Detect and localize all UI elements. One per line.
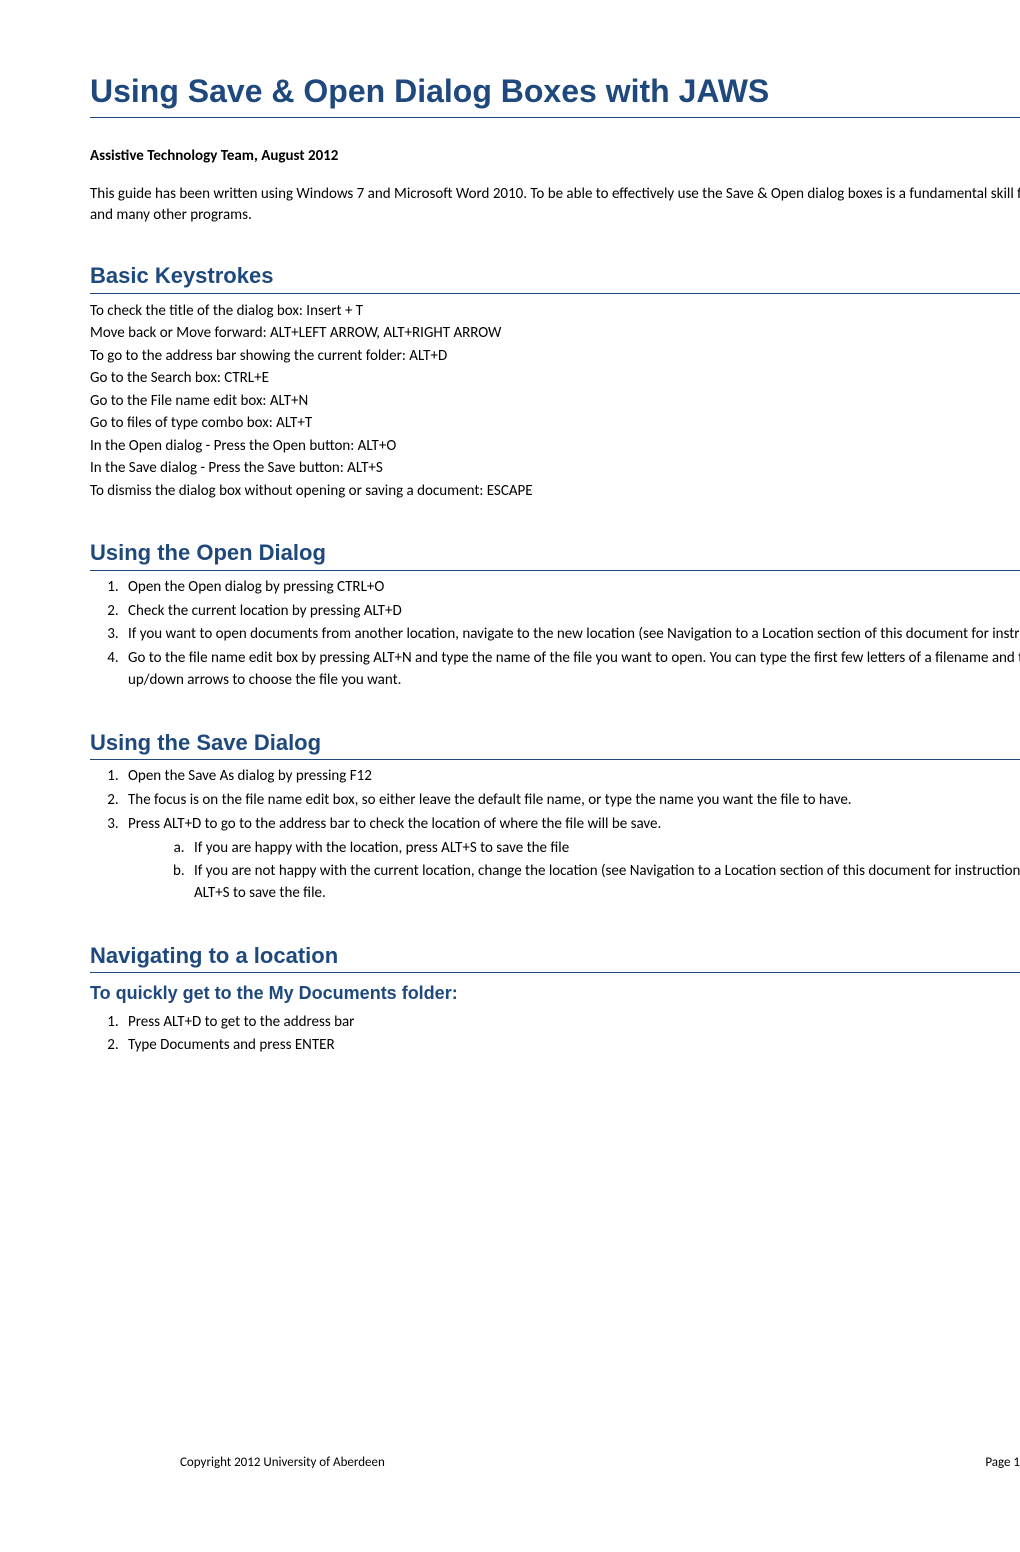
save-dialog-substeps: If you are happy with the location, pres… <box>128 838 1020 905</box>
section-heading-basic: Basic Keystrokes <box>90 261 1020 294</box>
list-item: Open the Save As dialog by pressing F12 <box>122 766 1020 788</box>
open-dialog-steps: Open the Open dialog by pressing CTRL+O … <box>90 577 1020 692</box>
keystroke-line: To go to the address bar showing the cur… <box>90 345 1020 368</box>
keystroke-line: Go to files of type combo box: ALT+T <box>90 412 1020 435</box>
list-item: Open the Open dialog by pressing CTRL+O <box>122 577 1020 599</box>
byline: Assistive Technology Team, August 2012 <box>90 146 1020 166</box>
list-item: The focus is on the file name edit box, … <box>122 790 1020 812</box>
page-title: Using Save & Open Dialog Boxes with JAWS <box>90 70 1020 118</box>
nav-mydocs-steps: Press ALT+D to get to the address bar Ty… <box>90 1012 1020 1058</box>
footer-page: Page 1 <box>985 1454 1020 1472</box>
keystroke-line: Go to the File name edit box: ALT+N <box>90 390 1020 413</box>
save-dialog-steps: Open the Save As dialog by pressing F12 … <box>90 766 1020 905</box>
list-item: If you are happy with the location, pres… <box>188 838 1020 860</box>
keystroke-line: In the Open dialog - Press the Open butt… <box>90 435 1020 458</box>
keystroke-line: In the Save dialog - Press the Save butt… <box>90 457 1020 480</box>
list-item: If you are not happy with the current lo… <box>188 861 1020 905</box>
list-item: Type Documents and press ENTER <box>122 1035 1020 1057</box>
section-heading-open: Using the Open Dialog <box>90 538 1020 571</box>
page-footer: Copyright 2012 University of Aberdeen Pa… <box>180 1454 1020 1472</box>
list-item: Go to the file name edit box by pressing… <box>122 648 1020 692</box>
list-item: Check the current location by pressing A… <box>122 601 1020 623</box>
keystroke-line: Move back or Move forward: ALT+LEFT ARRO… <box>90 322 1020 345</box>
keystroke-line: To dismiss the dialog box without openin… <box>90 480 1020 503</box>
list-item-text: Press ALT+D to go to the address bar to … <box>128 815 661 833</box>
subsection-heading-mydocs: To quickly get to the My Documents folde… <box>90 981 1020 1005</box>
footer-copyright: Copyright 2012 University of Aberdeen <box>180 1454 385 1472</box>
keystroke-line: Go to the Search box: CTRL+E <box>90 367 1020 390</box>
section-heading-save: Using the Save Dialog <box>90 728 1020 761</box>
list-item: Press ALT+D to go to the address bar to … <box>122 814 1020 905</box>
keystroke-line: To check the title of the dialog box: In… <box>90 300 1020 323</box>
list-item: If you want to open documents from anoth… <box>122 624 1020 646</box>
section-heading-nav: Navigating to a location <box>90 941 1020 974</box>
intro-paragraph: This guide has been written using Window… <box>90 184 1020 225</box>
list-item: Press ALT+D to get to the address bar <box>122 1012 1020 1034</box>
basic-keystrokes-block: To check the title of the dialog box: In… <box>90 300 1020 503</box>
